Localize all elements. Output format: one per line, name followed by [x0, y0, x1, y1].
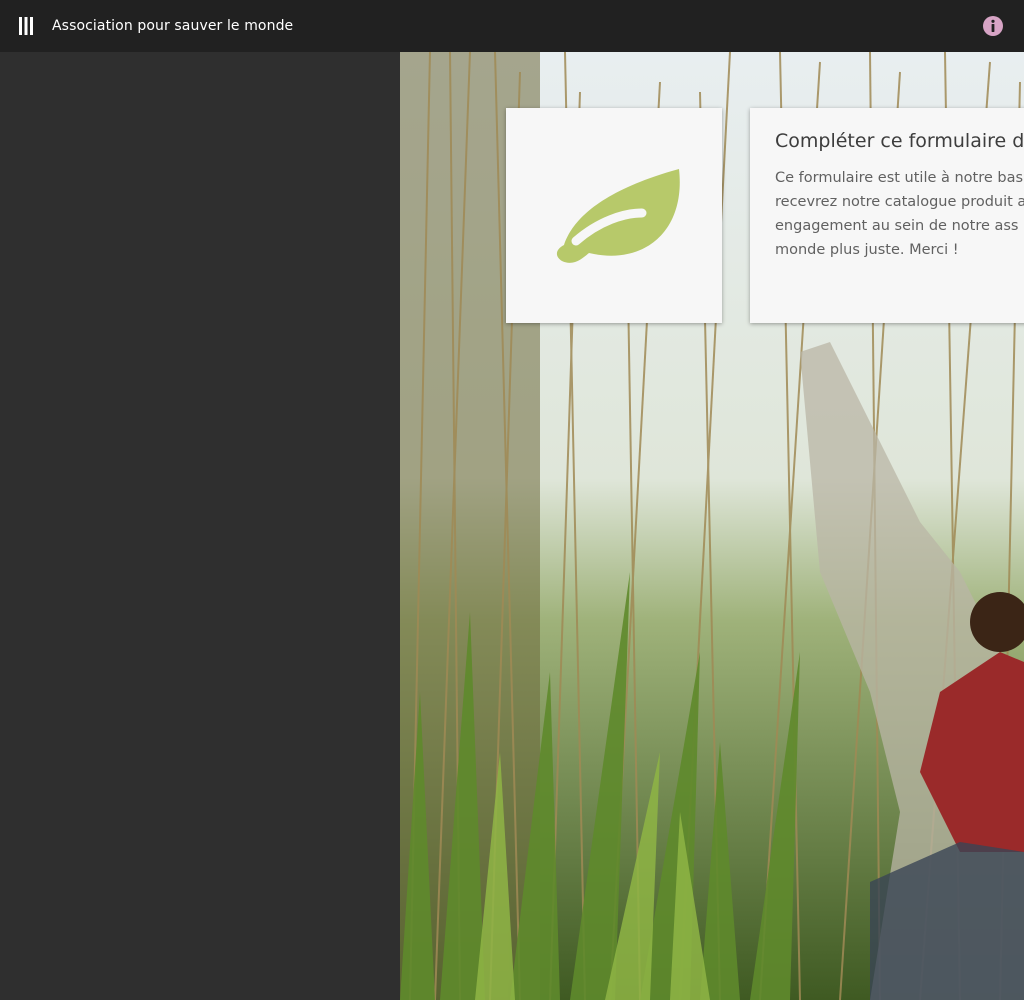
leaf-card	[506, 108, 722, 323]
leaf-icon	[556, 168, 680, 263]
info-button[interactable]	[982, 15, 1004, 37]
card-text-line: Ce formulaire est utile à notre bas	[775, 170, 1024, 186]
card-title: Compléter ce formulaire de c	[775, 130, 1024, 152]
info-icon	[983, 16, 1003, 36]
app-title: Association pour sauver le monde	[52, 18, 294, 34]
form-intro-card: Compléter ce formulaire de c Ce formulai…	[750, 108, 1024, 323]
card-text-line: recevrez notre catalogue produit ai	[775, 194, 1024, 210]
top-app-bar: Association pour sauver le monde	[0, 0, 1024, 52]
menu-button[interactable]	[0, 0, 52, 52]
card-text-line: engagement au sein de notre ass	[775, 218, 1019, 234]
card-text-line: monde plus juste. Merci !	[775, 242, 959, 258]
main-content: Compléter ce formulaire de c Ce formulai…	[400, 52, 1024, 1000]
sidebar-panel	[0, 52, 400, 1000]
menu-bars-icon	[19, 17, 33, 35]
